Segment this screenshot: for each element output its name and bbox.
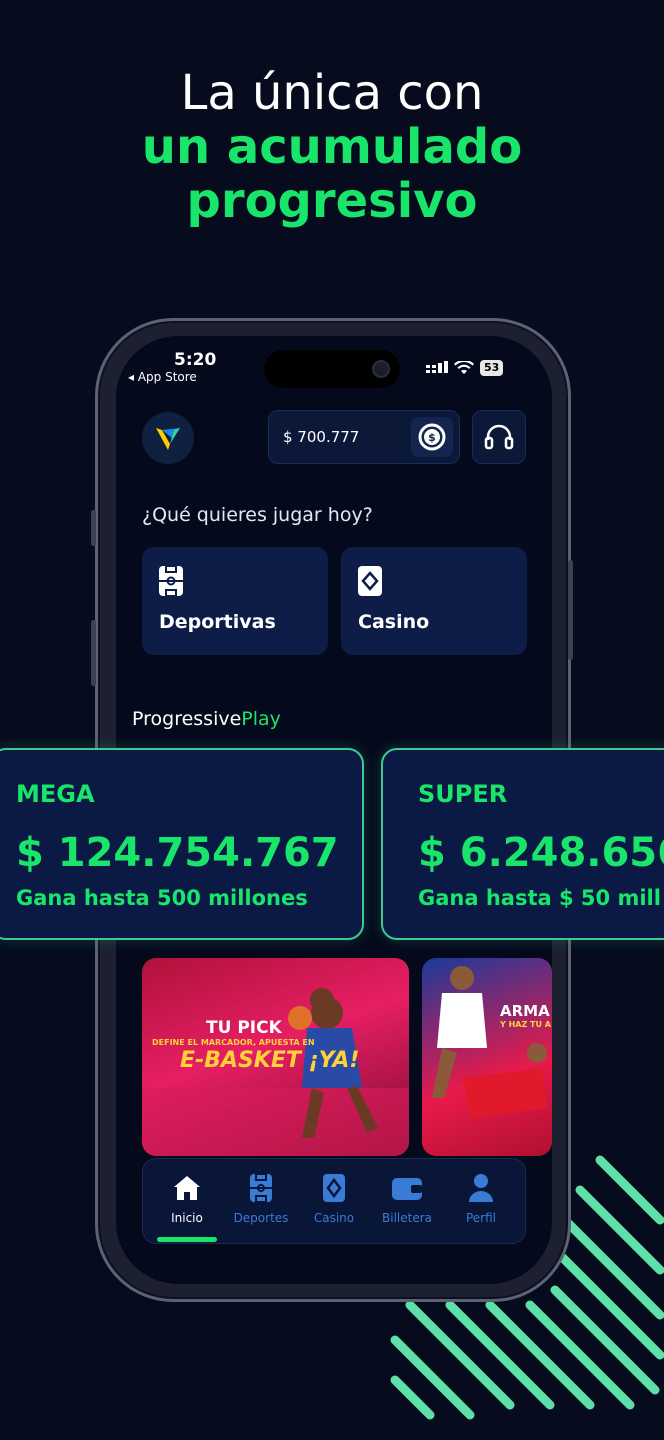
status-icons: 53 — [426, 360, 504, 376]
status-time: 5:20 — [174, 350, 217, 370]
back-to-app-store[interactable]: ◂ App Store — [128, 370, 197, 384]
nav-item-inicio[interactable]: Inicio — [149, 1173, 225, 1225]
wallet-icon — [392, 1178, 422, 1200]
support-button[interactable] — [472, 410, 526, 464]
soccer-field-icon — [250, 1173, 272, 1203]
jackpot-card-super[interactable]: SUPER $ 6.248.656 Gana hasta $ 50 mill — [381, 748, 664, 940]
card-diamond-icon — [358, 566, 382, 596]
nav-label: Casino — [313, 1211, 355, 1225]
progressive-title-prefix: Progressive — [132, 708, 242, 730]
bottom-navigation: Inicio Deportes Casino Billetera Perfil — [142, 1158, 526, 1244]
phone-side-button — [91, 510, 96, 546]
nav-item-deportes[interactable]: Deportes — [223, 1173, 299, 1225]
user-icon — [469, 1174, 493, 1202]
promo-banner-tu-pick[interactable]: TU PICK DEFINE EL MARCADOR, APUESTA EN E… — [142, 958, 409, 1156]
brand-logo-icon — [156, 428, 180, 450]
app-logo[interactable] — [142, 412, 194, 464]
card-diamond-icon — [323, 1174, 345, 1202]
nav-label: Billetera — [382, 1211, 432, 1225]
headline-line-1: La única con — [180, 65, 484, 121]
coin-icon: $ — [418, 423, 446, 451]
jackpot-amount: $ 6.248.656 — [418, 830, 664, 876]
soccer-field-icon — [159, 565, 183, 597]
jackpot-name: MEGA — [16, 780, 95, 808]
promo-title: TU PICK — [206, 1018, 282, 1038]
promo-highlight: E-BASKET ¡YA! — [180, 1048, 360, 1073]
signal-icon — [426, 361, 448, 373]
jackpot-card-mega[interactable]: MEGA $ 124.754.767 Gana hasta 500 millon… — [0, 748, 364, 940]
marketing-headline: La única con un acumulado progresivo — [0, 66, 664, 228]
jackpot-name: SUPER — [418, 780, 508, 808]
camera-icon — [372, 360, 390, 378]
phone-side-button — [568, 560, 573, 660]
promo-subtitle: DEFINE EL MARCADOR, APUESTA EN — [152, 1038, 315, 1047]
section-question: ¿Qué quieres jugar hoy? — [142, 504, 373, 526]
jackpot-subtitle: Gana hasta $ 50 mill — [418, 886, 661, 910]
nav-item-perfil[interactable]: Perfil — [443, 1173, 519, 1225]
category-label: Deportivas — [159, 611, 276, 633]
coin-refresh-button[interactable]: $ — [411, 417, 453, 457]
balance-display[interactable]: $ 700.777 $ — [268, 410, 460, 464]
progressive-title-accent: Play — [241, 708, 281, 730]
phone-side-button — [91, 620, 96, 686]
category-deportivas[interactable]: Deportivas — [142, 547, 328, 655]
progressive-play-title: ProgressivePlay — [132, 708, 281, 730]
nav-label: Inicio — [171, 1211, 203, 1225]
nav-label: Deportes — [233, 1211, 289, 1225]
headline-line-2: un acumulado — [141, 119, 523, 175]
svg-text:$: $ — [428, 431, 436, 444]
headline-line-3: progresivo — [186, 173, 478, 229]
jackpot-amount: $ 124.754.767 — [16, 830, 339, 876]
promo-banner-arma[interactable]: ARMA Y HAZ TU A — [422, 958, 552, 1156]
promo-subtitle: Y HAZ TU A — [500, 1020, 551, 1029]
headset-icon — [484, 424, 514, 450]
nav-active-indicator — [157, 1237, 217, 1242]
category-casino[interactable]: Casino — [341, 547, 527, 655]
nav-item-billetera[interactable]: Billetera — [369, 1173, 445, 1225]
category-label: Casino — [358, 611, 430, 633]
home-icon — [174, 1176, 200, 1200]
jackpot-subtitle: Gana hasta 500 millones — [16, 886, 308, 910]
promo-title: ARMA — [500, 1002, 550, 1020]
nav-item-casino[interactable]: Casino — [296, 1173, 372, 1225]
nav-label: Perfil — [465, 1211, 497, 1225]
battery-indicator: 53 — [480, 360, 504, 376]
wifi-icon — [454, 361, 474, 374]
soccer-player-illustration — [432, 966, 547, 1118]
balance-amount: $ 700.777 — [283, 428, 360, 446]
